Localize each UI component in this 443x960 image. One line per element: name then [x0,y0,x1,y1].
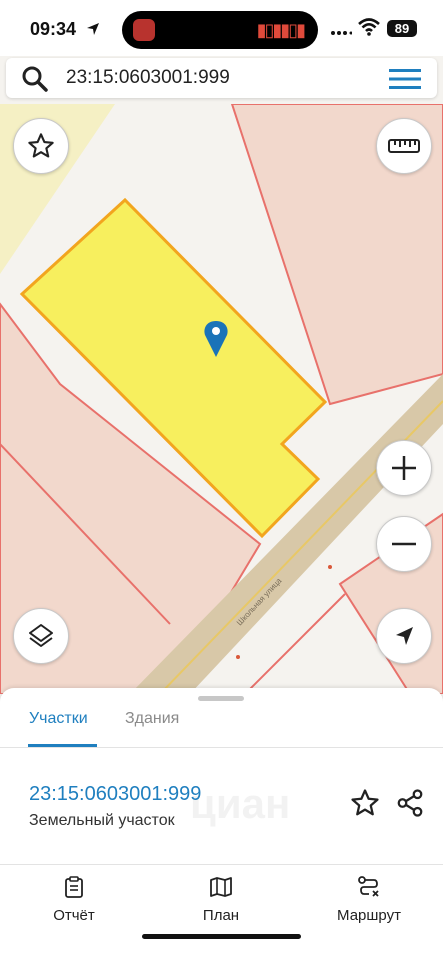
nav-plan[interactable]: План [161,876,281,924]
plot-cadastral-number[interactable]: 23:15:0603001:999 [29,783,201,806]
nav-route-label: Маршрут [337,907,401,924]
report-icon [65,876,83,898]
ruler-icon [388,139,420,153]
zoom-in-button[interactable] [376,440,432,496]
star-icon [28,133,54,158]
navigation-arrow-icon [396,627,413,645]
tab-plots[interactable]: Участки [29,710,88,728]
share-icon[interactable] [395,788,425,818]
sheet-drag-handle[interactable] [198,696,244,701]
favorite-star-icon[interactable] [350,788,380,818]
watermark: циан [190,780,291,827]
home-indicator[interactable] [142,934,301,939]
minus-icon [392,542,416,546]
status-bar: 09:34 ▮▯▮▮▯▮ 89 [0,0,443,56]
nav-route[interactable]: Маршрут [309,876,429,924]
layers-icon [29,624,53,647]
nav-report[interactable]: Отчёт [14,876,134,924]
ruler-button[interactable] [376,118,432,174]
my-location-button[interactable] [376,608,432,664]
recording-icon [133,19,155,41]
location-arrow-icon [87,23,99,35]
dynamic-island: ▮▯▮▮▯▮ [122,11,318,49]
nav-divider [0,864,443,865]
map-plan-icon [210,877,232,897]
layers-button[interactable] [13,608,69,664]
zoom-out-button[interactable] [376,516,432,572]
tab-buildings[interactable]: Здания [125,710,179,728]
wifi-icon [358,18,380,36]
favorite-map-button[interactable] [13,118,69,174]
plus-icon [392,456,416,480]
map-canvas[interactable]: Школьная улица [0,104,443,694]
search-input[interactable]: 23:15:0603001:999 [66,67,230,89]
search-icon[interactable] [22,66,48,92]
status-time: 09:34 [30,19,77,39]
hamburger-menu-icon[interactable] [389,68,421,90]
bottom-sheet[interactable]: Участки Здания циан 23:15:0603001:999 Зе… [0,688,443,960]
tab-divider [0,747,443,748]
nav-plan-label: План [202,907,240,924]
route-icon [358,876,379,897]
battery-indicator: 89 [387,20,417,37]
signal-icon [331,31,352,35]
plot-type: Земельный участок [29,812,175,829]
map-view[interactable]: Школьная улица [0,104,443,694]
nav-report-label: Отчёт [53,907,95,924]
audio-wave-icon: ▮▯▮▮▯▮ [256,20,306,40]
search-bar[interactable]: 23:15:0603001:999 [6,58,437,98]
